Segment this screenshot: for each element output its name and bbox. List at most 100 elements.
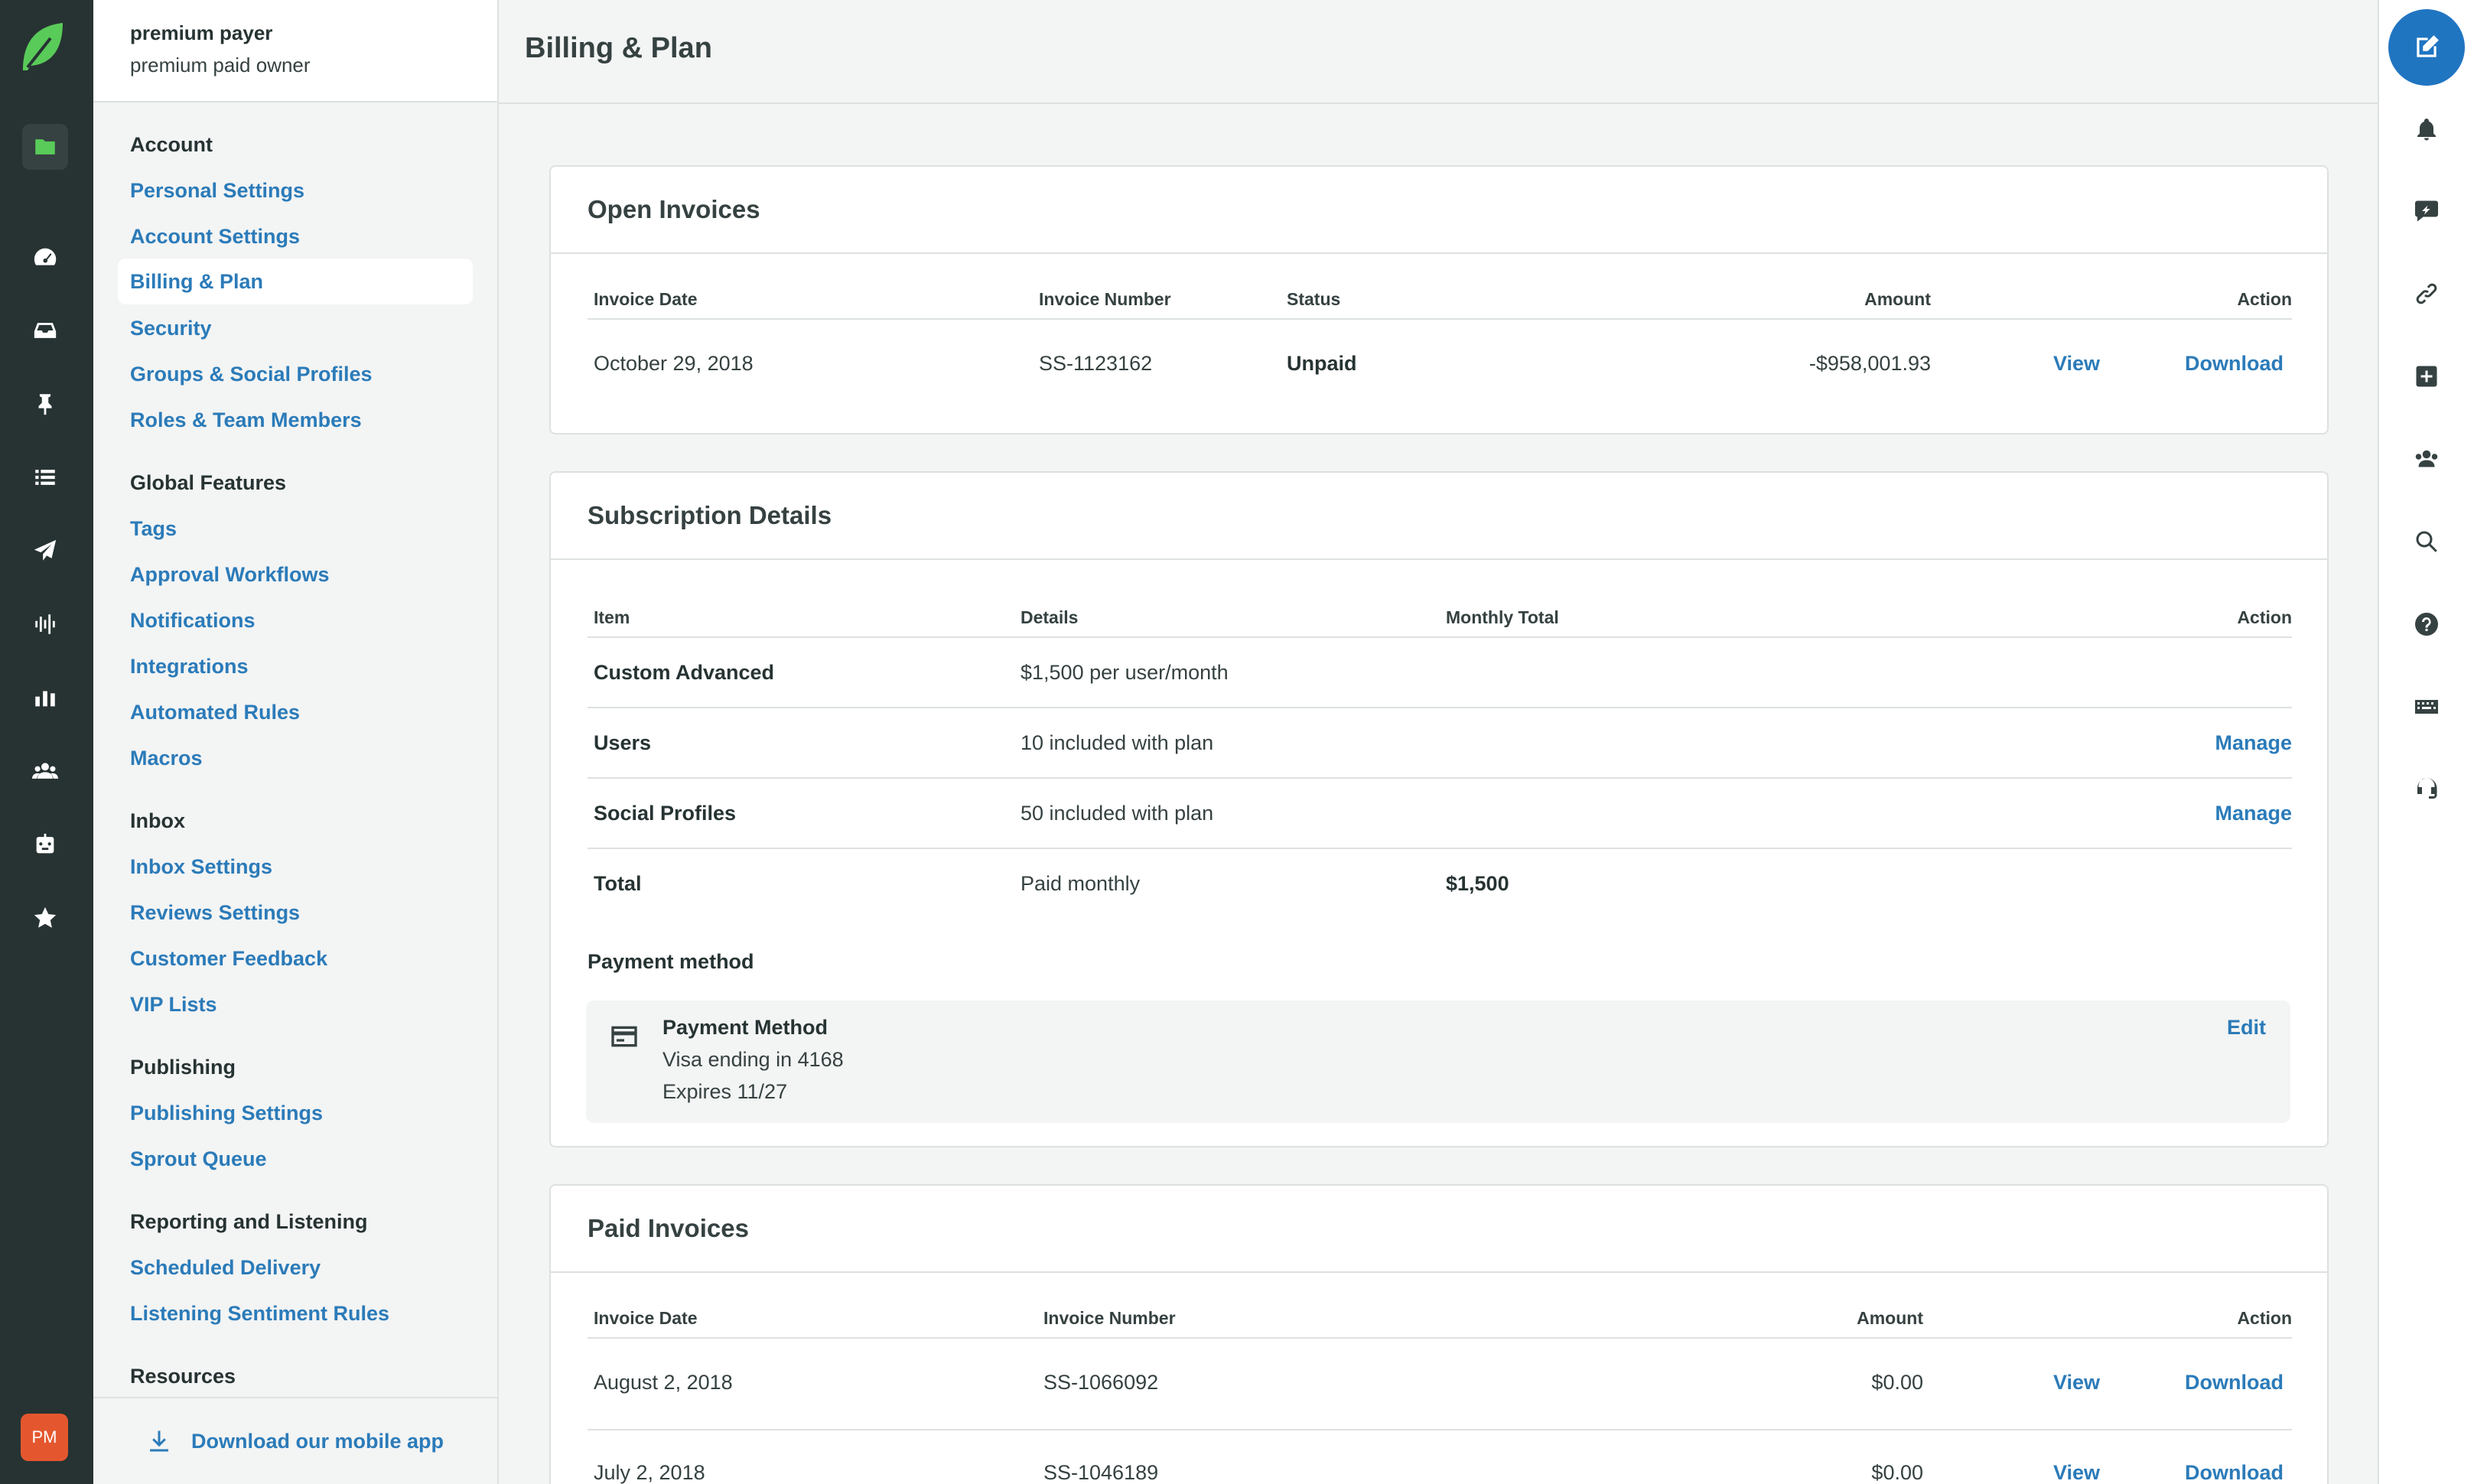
download-mobile-app-label: Download our mobile app: [191, 1429, 444, 1453]
sidebar-item-scheduled-delivery[interactable]: Scheduled Delivery: [130, 1256, 321, 1280]
user-role: premium paid owner: [130, 54, 311, 76]
link-icon[interactable]: [2413, 280, 2440, 308]
compose-button[interactable]: [2388, 9, 2465, 86]
chat-icon[interactable]: [2413, 197, 2440, 225]
divider: [588, 636, 2292, 638]
sidebar-item-vip-lists[interactable]: VIP Lists: [130, 993, 217, 1017]
sidebar-item-macros[interactable]: Macros: [130, 747, 203, 770]
subscription-title: Subscription Details: [551, 473, 2327, 560]
download-invoice-link[interactable]: Download: [2185, 352, 2284, 376]
subscription-item: Users: [594, 731, 652, 754]
sidebar-heading-inbox: Inbox: [130, 809, 185, 832]
page-header: Billing & Plan: [499, 0, 2379, 104]
sidebar-item-approval-workflows[interactable]: Approval Workflows: [130, 563, 330, 587]
invoice-amount: -$958,001.93: [1808, 352, 1931, 375]
paper-plane-icon[interactable]: [22, 528, 68, 574]
subscription-item: Custom Advanced: [594, 661, 775, 684]
subscription-details: 50 included with plan: [1021, 802, 1214, 825]
list-icon[interactable]: [22, 454, 68, 500]
payment-expires: Expires 11/27: [662, 1080, 788, 1103]
sidebar-item-tags[interactable]: Tags: [130, 517, 177, 541]
sidebar-menu[interactable]: Account Personal Settings Account Settin…: [93, 104, 497, 1397]
status-badge: Unpaid: [1287, 352, 1357, 375]
subscription-details: Paid monthly: [1021, 872, 1141, 895]
inbox-icon[interactable]: [22, 308, 68, 353]
user-name: premium payer: [130, 21, 273, 44]
sidebar-item-listening-sentiment-rules[interactable]: Listening Sentiment Rules: [130, 1302, 389, 1326]
sidebar-item-security[interactable]: Security: [130, 317, 212, 340]
sidebar-item-account-settings[interactable]: Account Settings: [130, 225, 300, 249]
main-navigation: PM: [0, 0, 93, 1484]
sidebar-heading-account: Account: [130, 133, 213, 156]
divider: [588, 777, 2292, 779]
subscription-details: 10 included with plan: [1021, 731, 1214, 754]
listening-icon[interactable]: [22, 601, 68, 647]
sidebar-item-inbox-settings[interactable]: Inbox Settings: [130, 855, 272, 879]
invoice-number: SS-1123162: [1039, 352, 1153, 375]
view-invoice-link[interactable]: View: [2053, 1461, 2100, 1484]
sidebar-item-reviews-settings[interactable]: Reviews Settings: [130, 901, 300, 925]
column-header: Status: [1287, 289, 1341, 309]
paid-invoices-card: Paid Invoices Invoice Date Invoice Numbe…: [549, 1184, 2329, 1484]
pin-icon[interactable]: [22, 381, 68, 427]
sidebar-heading-resources: Resources: [130, 1365, 236, 1388]
invoice-date: July 2, 2018: [594, 1461, 705, 1484]
invoice-amount: $0.00: [1871, 1371, 1923, 1394]
payment-method-title: Payment Method: [662, 1016, 828, 1039]
sidebar-item-customer-feedback[interactable]: Customer Feedback: [130, 947, 327, 971]
column-header: Details: [1021, 607, 1079, 627]
reports-icon[interactable]: [22, 675, 68, 721]
sidebar-item-groups-social-profiles[interactable]: Groups & Social Profiles: [130, 363, 373, 386]
subscription-item: Total: [594, 872, 642, 895]
column-header: Action: [2237, 607, 2292, 627]
edit-payment-button[interactable]: Edit: [2151, 1016, 2266, 1040]
sidebar-item-notifications[interactable]: Notifications: [130, 609, 256, 633]
view-invoice-link[interactable]: View: [2053, 1371, 2100, 1395]
download-mobile-app-link[interactable]: Download our mobile app: [93, 1397, 497, 1484]
sidebar-item-integrations[interactable]: Integrations: [130, 655, 249, 679]
plus-square-icon[interactable]: [2413, 363, 2440, 390]
avatar[interactable]: PM: [21, 1414, 68, 1461]
sidebar-item-sprout-queue[interactable]: Sprout Queue: [130, 1147, 267, 1171]
invoice-number: SS-1046189: [1043, 1461, 1159, 1484]
view-invoice-link[interactable]: View: [2053, 352, 2100, 376]
bot-icon[interactable]: [22, 822, 68, 867]
page-title: Billing & Plan: [525, 32, 712, 64]
sprout-logo-icon[interactable]: [20, 20, 66, 73]
dashboard-icon[interactable]: [22, 234, 68, 280]
manage-users-button[interactable]: Manage: [1986, 731, 2292, 755]
manage-social-profiles-button[interactable]: Manage: [1986, 802, 2292, 825]
sidebar-item-publishing-settings[interactable]: Publishing Settings: [130, 1102, 323, 1125]
bell-icon[interactable]: [2413, 116, 2440, 144]
search-icon[interactable]: [2413, 528, 2440, 555]
divider: [588, 318, 2292, 320]
column-header: Action: [2237, 289, 2292, 309]
folder-icon[interactable]: [22, 124, 68, 170]
column-header: Amount: [1864, 289, 1931, 309]
invoice-amount: $0.00: [1871, 1461, 1923, 1484]
column-header: Invoice Number: [1043, 1308, 1176, 1328]
download-invoice-link[interactable]: Download: [2185, 1371, 2284, 1395]
settings-sidebar: premium payer premium paid owner Account…: [93, 0, 499, 1484]
people-icon[interactable]: [22, 748, 68, 794]
user-info: premium payer premium paid owner: [93, 0, 497, 103]
payment-card: Visa ending in 4168: [662, 1048, 844, 1071]
column-header: Invoice Date: [594, 1308, 698, 1328]
sidebar-item-roles-team-members[interactable]: Roles & Team Members: [130, 408, 362, 432]
download-invoice-link[interactable]: Download: [2185, 1461, 2284, 1484]
column-header: Invoice Date: [594, 289, 698, 309]
sidebar-heading-reporting-listening: Reporting and Listening: [130, 1210, 368, 1233]
sidebar-item-billing-plan[interactable]: Billing & Plan: [118, 259, 473, 304]
column-header: Invoice Number: [1039, 289, 1171, 309]
star-icon[interactable]: [22, 895, 68, 941]
sidebar-item-personal-settings[interactable]: Personal Settings: [130, 179, 304, 203]
keyboard-icon[interactable]: [2413, 693, 2440, 721]
sidebar-item-automated-rules[interactable]: Automated Rules: [130, 701, 300, 724]
users-icon[interactable]: [2413, 445, 2440, 473]
credit-card-icon: [611, 1026, 637, 1047]
divider: [588, 1337, 2292, 1339]
subscription-details: $1,500 per user/month: [1021, 661, 1229, 684]
headset-icon[interactable]: [2413, 776, 2440, 803]
help-icon[interactable]: [2413, 610, 2440, 638]
subscription-item: Social Profiles: [594, 802, 737, 825]
